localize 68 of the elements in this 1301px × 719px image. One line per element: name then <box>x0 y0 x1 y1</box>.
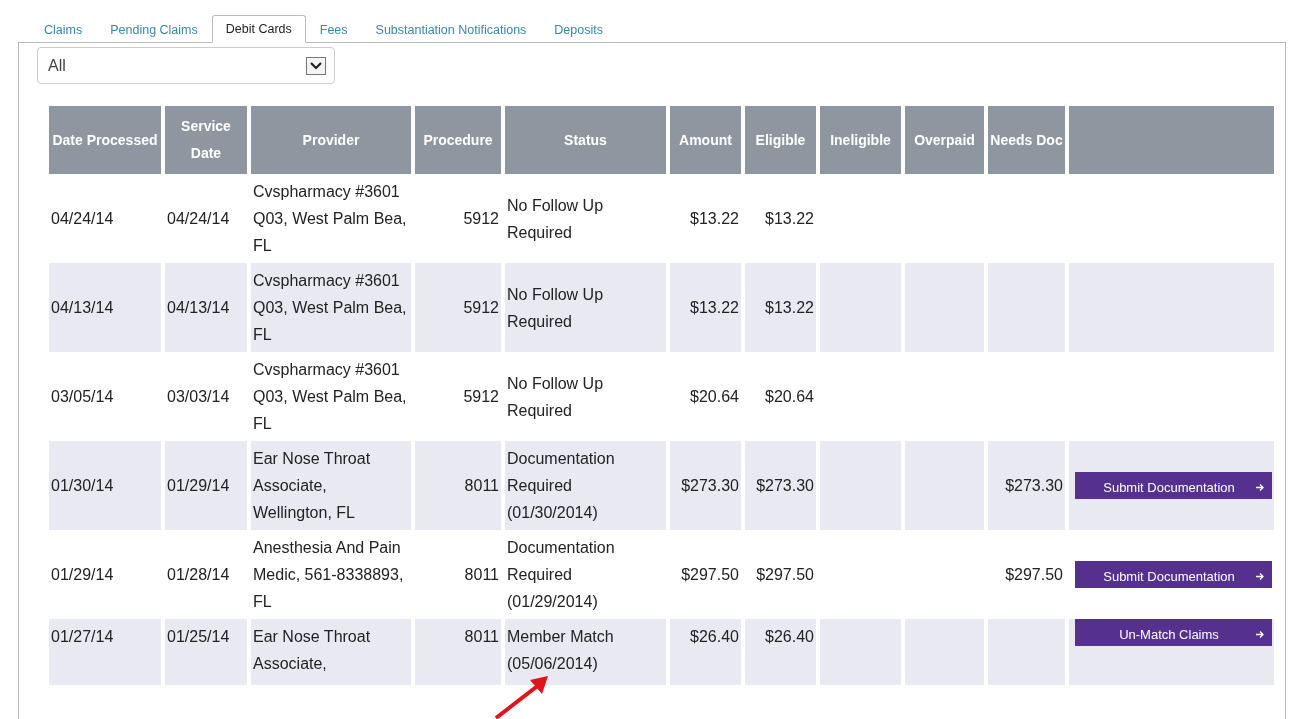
table-cell: $13.22 <box>765 210 814 227</box>
table-cell: No Follow Up Required <box>507 285 604 330</box>
table-cell: Member Match (05/06/2014) <box>507 628 614 672</box>
table-cell: Cvspharmacy #3601 Q03, West Palm Bea, FL <box>253 272 407 343</box>
table-cell: $297.50 <box>1005 566 1063 583</box>
column-header: Eligible <box>745 106 816 174</box>
table-cell: $273.30 <box>681 477 739 494</box>
column-header: Status <box>505 106 666 174</box>
table-cell: 01/27/14 <box>51 628 114 645</box>
table-cell: 03/03/14 <box>167 388 230 405</box>
table-cell: 04/24/14 <box>51 210 114 227</box>
table-cell: $273.30 <box>756 477 814 494</box>
table-cell: Cvspharmacy #3601 Q03, West Palm Bea, FL <box>253 183 407 254</box>
action-button[interactable]: Submit Documentation <box>1075 472 1272 499</box>
table-cell: $297.50 <box>756 566 814 583</box>
filter-dropdown[interactable]: All <box>37 47 335 84</box>
table-cell: No Follow Up Required <box>507 196 604 241</box>
table-cell: 04/13/14 <box>167 299 230 316</box>
table-cell: 03/05/14 <box>51 388 114 405</box>
arrow-right-icon <box>1255 483 1264 492</box>
table-cell: $20.64 <box>690 388 739 405</box>
column-header: Date Processed <box>49 106 161 174</box>
table-cell: $13.22 <box>765 299 814 316</box>
table-cell: 04/24/14 <box>167 210 230 227</box>
arrow-right-icon <box>1255 630 1264 639</box>
action-button[interactable]: Submit Documentation <box>1075 561 1272 588</box>
table-cell: 5912 <box>463 388 499 405</box>
table-cell: 01/29/14 <box>167 477 230 494</box>
table-cell: $26.40 <box>690 628 739 645</box>
column-header: Needs Doc <box>988 106 1065 174</box>
table-cell: Ear Nose Throat Associate, Wellington, FL <box>253 450 371 521</box>
table-cell: $13.22 <box>690 299 739 316</box>
table-cell: Ear Nose Throat Associate, <box>253 628 371 672</box>
table-cell: $273.30 <box>1005 477 1063 494</box>
arrow-right-icon <box>1255 572 1264 581</box>
column-header: Procedure <box>415 106 501 174</box>
tab[interactable]: Claims <box>30 18 97 42</box>
tab[interactable]: Substantiation Notifications <box>361 18 541 42</box>
table-cell: $297.50 <box>681 566 739 583</box>
tab[interactable]: Debit Cards <box>211 15 306 43</box>
table-cell: $13.22 <box>690 210 739 227</box>
tab[interactable]: Pending Claims <box>96 18 212 42</box>
table-cell: Documentation Required (01/29/2014) <box>507 539 615 610</box>
action-button[interactable]: Un-Match Claims <box>1075 619 1272 646</box>
table-cell: 01/30/14 <box>51 477 114 494</box>
table-cell: Documentation Required (01/30/2014) <box>507 450 615 521</box>
table-cell: No Follow Up Required <box>507 374 604 419</box>
table-cell: 5912 <box>463 299 499 316</box>
table-cell: 8011 <box>464 566 499 583</box>
table-cell: 8011 <box>464 477 499 494</box>
table-cell: $20.64 <box>765 388 814 405</box>
table-cell: 04/13/14 <box>51 299 114 316</box>
table-cell: 5912 <box>463 210 499 227</box>
column-header: Ineligible <box>820 106 901 174</box>
tab[interactable]: Fees <box>305 18 362 42</box>
table-cell: Cvspharmacy #3601 Q03, West Palm Bea, FL <box>253 361 407 432</box>
table-cell: 01/28/14 <box>167 566 230 583</box>
table-cell: 01/25/14 <box>167 628 230 645</box>
table-cell: 01/29/14 <box>51 566 114 583</box>
table-cell: 8011 <box>464 628 499 645</box>
table-cell: Anesthesia And Pain Medic, 561-8338893, FL <box>253 539 404 610</box>
tab[interactable]: Deposits <box>540 18 617 42</box>
column-header: Overpaid <box>905 106 984 174</box>
column-header: Service Date <box>165 106 247 174</box>
table-cell: $26.40 <box>765 628 814 645</box>
column-header: Provider <box>251 106 411 174</box>
column-header: Amount <box>670 106 741 174</box>
chevron-down-icon <box>306 56 326 75</box>
